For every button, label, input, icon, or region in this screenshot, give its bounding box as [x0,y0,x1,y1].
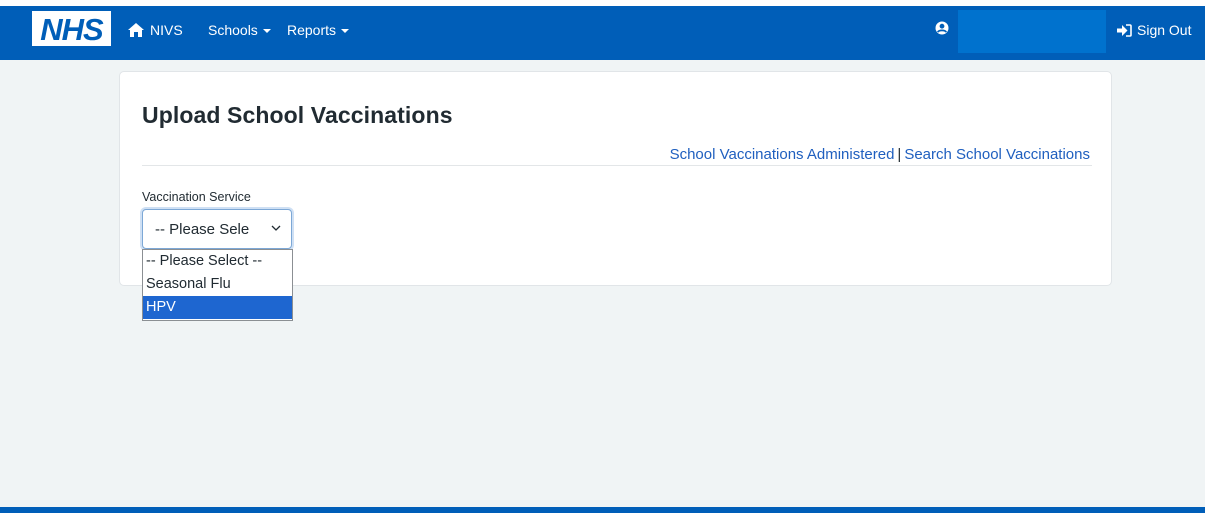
user-circle-icon [935,21,949,35]
page-links: School Vaccinations Administered | Search … [670,146,1090,163]
search-school-vaccinations-link[interactable]: Search School Vaccinations [904,146,1090,163]
select-value: -- Please Sele [155,220,250,238]
divider [142,165,1092,166]
vaccination-service-select[interactable]: -- Please Sele [142,209,292,249]
sign-out-label: Sign Out [1137,22,1192,38]
footer-bar [0,507,1205,513]
option-please-select[interactable]: -- Please Select -- [143,250,292,273]
vaccination-service-options: -- Please Select -- Seasonal Flu HPV [142,249,293,321]
option-seasonal-flu[interactable]: Seasonal Flu [143,273,292,296]
svg-text:NHS: NHS [40,12,104,46]
link-separator: | [897,146,902,163]
page-title: Upload School Vaccinations [142,102,453,128]
option-hpv[interactable]: HPV [143,296,292,319]
sign-out-link[interactable]: Sign Out [1117,19,1191,41]
chevron-down-icon [271,225,281,231]
caret-down-icon [341,28,350,33]
nhs-logo[interactable]: NHS [32,11,111,46]
nav-reports-menu[interactable]: Reports [287,19,350,41]
nav-home-link[interactable]: NIVS [127,19,183,41]
caret-down-icon [262,28,271,33]
nav-schools-label: Schools [208,22,258,38]
user-name-box[interactable] [958,10,1106,53]
home-icon [128,23,144,37]
nav-reports-label: Reports [287,22,337,38]
nav-home-label: NIVS [150,22,183,38]
school-vaccinations-administered-link[interactable]: School Vaccinations Administered [670,146,895,163]
nav-schools-menu[interactable]: Schools [208,19,271,41]
vaccination-service-label: Vaccination Service [142,190,251,204]
sign-out-icon [1117,23,1132,37]
top-navbar: NHS NIVS Schools Reports Sign Out [0,0,1205,60]
